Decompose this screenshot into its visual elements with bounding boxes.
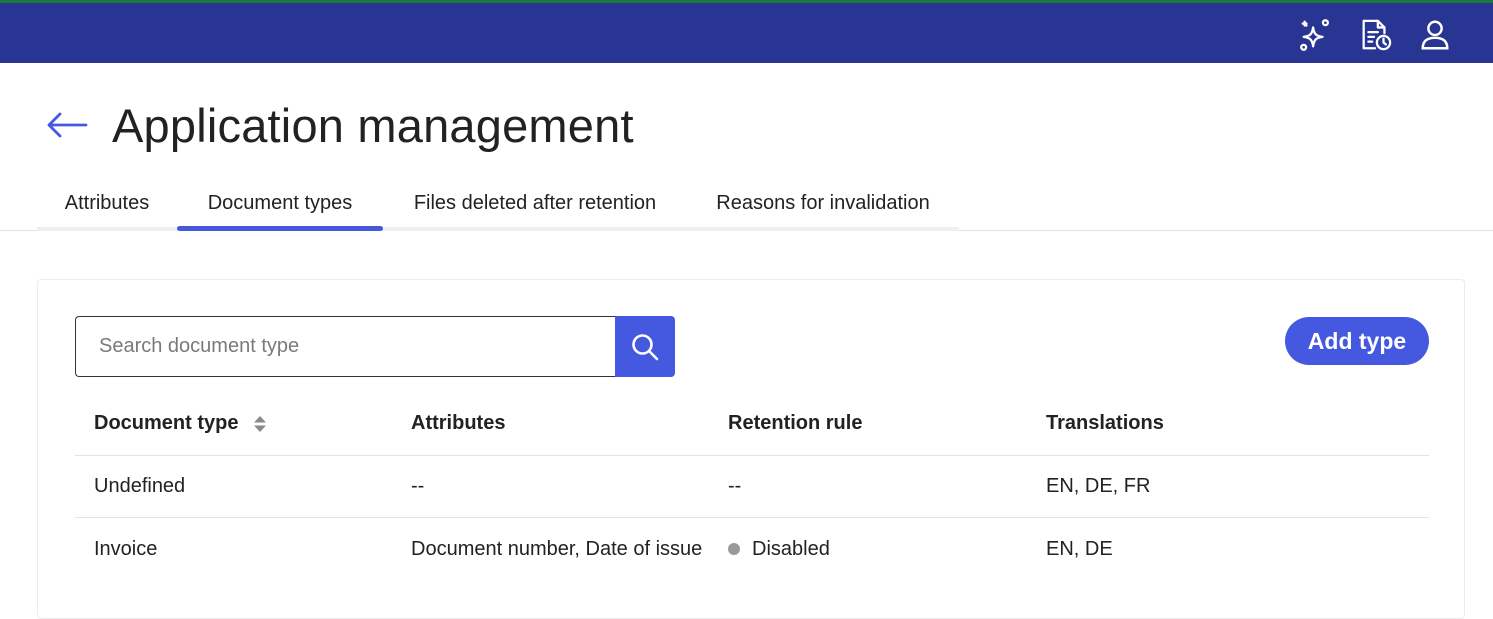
add-type-button[interactable]: Add type xyxy=(1285,317,1429,365)
status-dot-icon xyxy=(728,543,740,555)
top-bar xyxy=(0,0,1493,63)
tab-bar-container: Attributes Document types Files deleted … xyxy=(0,180,1493,231)
tab-reasons-for-invalidation[interactable]: Reasons for invalidation xyxy=(687,180,959,227)
page-header: Application management xyxy=(44,95,634,155)
search-button[interactable] xyxy=(615,316,675,377)
retention-status-label: Disabled xyxy=(752,537,830,560)
column-header-retention-rule: Retention rule xyxy=(728,412,863,434)
cell-document-type: Undefined xyxy=(94,475,186,497)
sort-icon[interactable] xyxy=(252,414,268,434)
user-profile-button[interactable] xyxy=(1415,15,1455,55)
tab-attributes[interactable]: Attributes xyxy=(37,180,177,227)
tab-files-deleted-after-retention[interactable]: Files deleted after retention xyxy=(383,180,687,227)
tab-bar: Attributes Document types Files deleted … xyxy=(37,180,959,231)
table-row[interactable]: Undefined -- -- EN, DE, FR xyxy=(75,456,1429,518)
user-icon xyxy=(1421,20,1449,50)
ai-assistant-button[interactable] xyxy=(1295,15,1335,55)
sparkles-icon xyxy=(1300,19,1329,51)
table-header-row: Document type Attributes Retention rule … xyxy=(75,392,1429,456)
cell-translations: EN, DE, FR xyxy=(1046,475,1151,497)
cell-document-type: Invoice xyxy=(94,537,158,560)
back-button[interactable] xyxy=(44,101,92,149)
column-header-attributes: Attributes xyxy=(411,412,506,434)
tab-document-types[interactable]: Document types xyxy=(177,180,383,231)
retention-documents-button[interactable] xyxy=(1355,15,1395,55)
cell-retention-rule: Disabled xyxy=(728,518,830,580)
cell-attributes: -- xyxy=(411,475,425,497)
cell-translations: EN, DE xyxy=(1046,537,1113,560)
search-input[interactable] xyxy=(75,316,616,377)
search-icon xyxy=(632,333,659,360)
column-header-label: Document type xyxy=(94,412,239,434)
column-header-translations: Translations xyxy=(1046,412,1164,434)
column-header-document-type[interactable]: Document type xyxy=(94,392,268,455)
document-types-table: Document type Attributes Retention rule … xyxy=(75,392,1429,580)
arrow-left-icon xyxy=(47,112,88,138)
page-title: Application management xyxy=(112,98,634,152)
document-types-card: Add type Document type Attributes Retent… xyxy=(37,279,1465,619)
document-clock-icon xyxy=(1362,19,1392,51)
sort-arrows-icon xyxy=(254,415,267,432)
cell-retention-rule: -- xyxy=(728,475,742,497)
cell-attributes: Document number, Date of issue xyxy=(411,537,703,560)
table-row[interactable]: Invoice Document number, Date of issue D… xyxy=(75,518,1429,580)
